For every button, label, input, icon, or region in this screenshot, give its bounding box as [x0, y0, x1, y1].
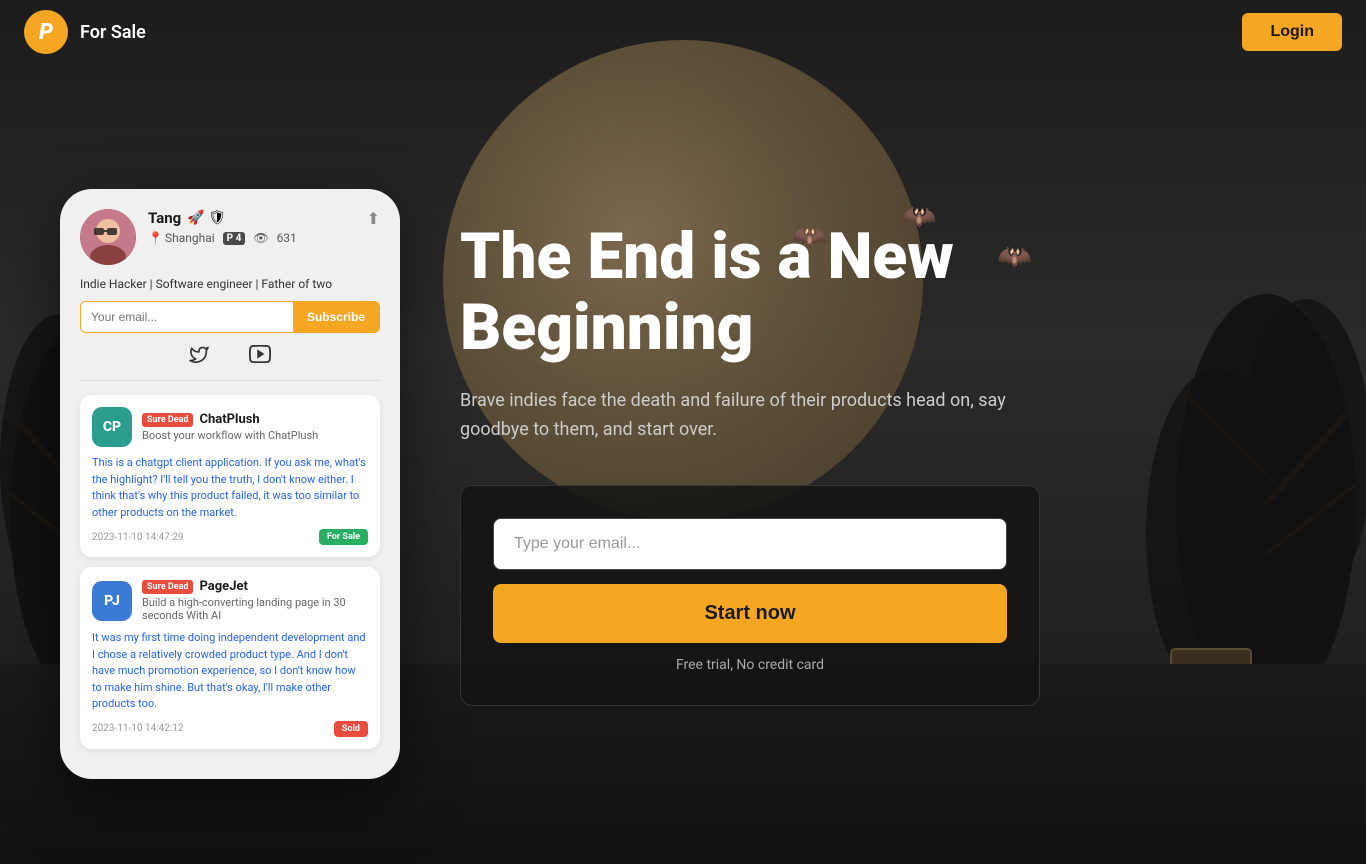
- product-timestamp: 2023-11-10 14:47:29: [92, 532, 184, 543]
- location-text: Shanghai: [165, 231, 215, 245]
- hero-title: The End is a New Beginning: [460, 222, 1306, 363]
- product-card: PJ Sure Dead PageJet Build a high-conver…: [80, 567, 380, 749]
- product-meta: Sure Dead ChatPlush Boost your workflow …: [142, 412, 368, 442]
- product-card: CP Sure Dead ChatPlush Boost your workfl…: [80, 395, 380, 557]
- profile-location-row: 📍 Shanghai P 4 👁 631: [148, 231, 355, 245]
- profile-location: 📍 Shanghai: [148, 231, 215, 245]
- product-footer: 2023-11-10 14:42:12 Sold: [92, 721, 368, 737]
- product-meta: Sure Dead PageJet Build a high-convertin…: [142, 579, 368, 622]
- navbar: P For Sale Login: [0, 0, 1366, 64]
- hero-title-line2: Beginning: [460, 290, 753, 365]
- product-description: This is a chatgpt client application. If…: [92, 455, 368, 521]
- product-footer: 2023-11-10 14:47:29 For Sale: [92, 529, 368, 545]
- product-list: CP Sure Dead ChatPlush Boost your workfl…: [80, 395, 380, 749]
- start-now-button[interactable]: Start now: [493, 584, 1007, 643]
- profile-name-row: Tang 🚀 🛡: [148, 209, 355, 227]
- profile-bio: Indie Hacker | Software engineer | Fathe…: [80, 277, 380, 291]
- product-tagline: Build a high-converting landing page in …: [142, 596, 368, 622]
- sure-dead-badge: Sure Dead: [142, 580, 193, 594]
- phone-email-input[interactable]: [81, 302, 293, 332]
- twitter-icon[interactable]: [189, 345, 209, 368]
- profile-info: Tang 🚀 🛡 📍 Shanghai P 4 👁 631: [148, 209, 355, 245]
- product-logo: PJ: [92, 581, 132, 621]
- product-header: PJ Sure Dead PageJet Build a high-conver…: [92, 579, 368, 622]
- share-icon[interactable]: ⬆: [367, 209, 380, 228]
- product-name: PageJet: [199, 579, 247, 594]
- logo-letter: P: [39, 20, 53, 45]
- product-tagline: Boost your workflow with ChatPlush: [142, 429, 368, 442]
- youtube-icon[interactable]: [249, 345, 271, 368]
- product-name-row: Sure Dead ChatPlush: [142, 412, 368, 427]
- main-content: Tang 🚀 🛡 📍 Shanghai P 4 👁 631 ⬆ Indie Ha…: [0, 64, 1366, 864]
- product-badge: Sold: [334, 721, 368, 737]
- product-description: It was my first time doing independent d…: [92, 630, 368, 713]
- logo: P: [24, 10, 68, 54]
- location-pin-icon: 📍: [148, 231, 163, 245]
- main-email-input[interactable]: [493, 518, 1007, 570]
- views-icon: 👁: [253, 231, 268, 245]
- posts-badge: P 4: [223, 232, 246, 245]
- profile-name: Tang: [148, 209, 181, 227]
- profile-section: Tang 🚀 🛡 📍 Shanghai P 4 👁 631 ⬆: [80, 209, 380, 265]
- profile-emoji: 🚀 🛡: [187, 210, 226, 226]
- nav-title: For Sale: [80, 22, 146, 43]
- phone-mockup: Tang 🚀 🛡 📍 Shanghai P 4 👁 631 ⬆ Indie Ha…: [60, 189, 400, 779]
- login-button[interactable]: Login: [1242, 13, 1342, 51]
- hero-title-line1: The End is a New: [460, 219, 954, 294]
- free-trial-text: Free trial, No credit card: [493, 657, 1007, 673]
- avatar: [80, 209, 136, 265]
- right-content: The End is a New Beginning Brave indies …: [460, 222, 1306, 705]
- sure-dead-badge: Sure Dead: [142, 413, 193, 427]
- product-timestamp: 2023-11-10 14:42:12: [92, 723, 184, 734]
- nav-left: P For Sale: [24, 10, 146, 54]
- product-name: ChatPlush: [199, 412, 259, 427]
- subscribe-button[interactable]: Subscribe: [293, 302, 379, 332]
- cta-box: Start now Free trial, No credit card: [460, 485, 1040, 706]
- product-badge: For Sale: [319, 529, 368, 545]
- hero-subtitle: Brave indies face the death and failure …: [460, 387, 1060, 445]
- social-icons: [80, 345, 380, 381]
- views-count: 631: [277, 231, 297, 245]
- product-header: CP Sure Dead ChatPlush Boost your workfl…: [92, 407, 368, 447]
- product-logo: CP: [92, 407, 132, 447]
- subscribe-form: Subscribe: [80, 301, 380, 333]
- product-name-row: Sure Dead PageJet: [142, 579, 368, 594]
